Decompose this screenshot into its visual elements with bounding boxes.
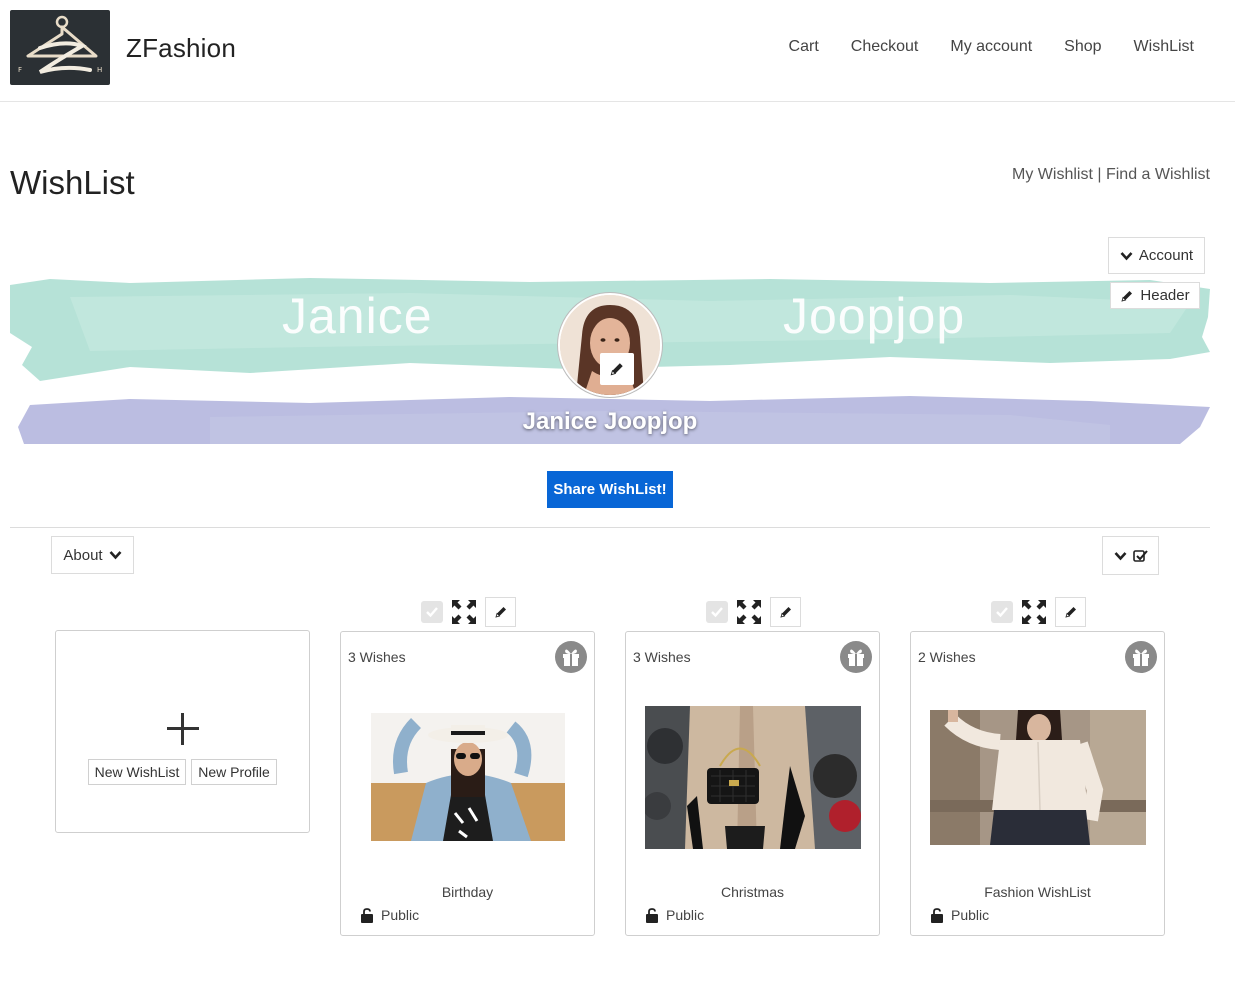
svg-text:F: F	[18, 66, 22, 74]
unlock-icon	[646, 907, 658, 923]
nav-my-account[interactable]: My account	[950, 38, 1032, 56]
new-wishlist-card: New WishList New Profile	[55, 630, 310, 833]
hanger-logo-icon: F H	[18, 15, 102, 74]
chevron-down-icon	[109, 551, 122, 560]
pencil-icon	[494, 607, 506, 618]
gift-icon[interactable]	[555, 641, 587, 673]
account-button-label: Account	[1138, 247, 1194, 264]
woman-hat-photo	[371, 713, 565, 841]
nav-wishlist[interactable]: WishList	[1134, 38, 1194, 56]
wishlist-tools	[991, 597, 1086, 627]
cardigan-photo	[930, 710, 1146, 845]
page-title: WishList	[10, 164, 135, 201]
wishlist-tools	[421, 597, 516, 627]
wishlist-card-birthday[interactable]: 3 Wishes Birthday Public	[340, 631, 595, 936]
privacy-label: Public	[381, 907, 420, 923]
unlock-icon	[361, 907, 373, 923]
wishlist-title: Christmas	[720, 884, 784, 900]
checkbox-checked-icon	[1132, 549, 1148, 562]
handbag-coat-photo	[645, 706, 861, 849]
nav-shop[interactable]: Shop	[1064, 38, 1101, 56]
privacy-status: Public	[361, 907, 419, 923]
expand-icon[interactable]	[451, 599, 477, 625]
edit-avatar-button[interactable]	[600, 353, 634, 385]
select-mode-button[interactable]	[1102, 536, 1159, 575]
new-wishlist-button[interactable]: New WishList	[88, 759, 186, 785]
my-wishlist-link[interactable]: My Wishlist	[1012, 166, 1093, 183]
gift-icon[interactable]	[1125, 641, 1157, 673]
privacy-label: Public	[951, 907, 990, 923]
wishlist-photo	[371, 713, 565, 841]
select-checkbox[interactable]	[421, 601, 443, 623]
banner-last-name: Joopjop	[783, 288, 966, 344]
wishes-count: 3 Wishes	[348, 649, 406, 665]
expand-icon[interactable]	[736, 599, 762, 625]
about-button-label: About	[63, 546, 103, 564]
privacy-label: Public	[666, 907, 705, 923]
wishes-count: 2 Wishes	[918, 649, 976, 665]
site-header: F H ZFashion Cart Checkout My account Sh…	[0, 0, 1235, 102]
nav-checkout[interactable]: Checkout	[851, 38, 919, 56]
wishlist-tools	[706, 597, 801, 627]
account-toggle-button[interactable]: Account	[1108, 237, 1205, 274]
expand-icon[interactable]	[1021, 599, 1047, 625]
section-divider	[10, 527, 1210, 528]
check-icon	[711, 607, 723, 618]
plus-icon[interactable]	[167, 713, 199, 745]
banner-first-name: Janice	[282, 288, 433, 344]
wishlist-title: Fashion WishList	[984, 884, 1091, 900]
link-separator: |	[1097, 166, 1102, 183]
gift-icon[interactable]	[840, 641, 872, 673]
nav-cart[interactable]: Cart	[789, 38, 819, 56]
wishlist-photo	[930, 710, 1146, 845]
pencil-icon	[610, 363, 623, 376]
wishes-count: 3 Wishes	[633, 649, 691, 665]
pencil-icon	[1064, 607, 1076, 618]
svg-text:H: H	[97, 66, 102, 74]
pencil-icon	[779, 607, 791, 618]
new-profile-button[interactable]: New Profile	[191, 759, 277, 785]
find-wishlist-link[interactable]: Find a Wishlist	[1106, 166, 1210, 183]
wishlist-photo	[645, 706, 861, 849]
share-wishlist-button[interactable]: Share WishList!	[547, 471, 673, 508]
chevron-down-icon	[1114, 551, 1126, 560]
edit-wishlist-button[interactable]	[1055, 597, 1086, 627]
brand-name[interactable]: ZFashion	[126, 33, 236, 64]
wishlist-card-fashion[interactable]: 2 Wishes Fashion WishList Public	[910, 631, 1165, 936]
edit-header-button[interactable]: Header	[1110, 282, 1200, 309]
wishlist-links: My Wishlist | Find a Wishlist	[1012, 166, 1210, 184]
edit-wishlist-button[interactable]	[485, 597, 516, 627]
main-nav: Cart Checkout My account Shop WishList	[757, 38, 1194, 56]
privacy-status: Public	[646, 907, 704, 923]
edit-wishlist-button[interactable]	[770, 597, 801, 627]
pencil-icon	[1121, 290, 1133, 302]
wishlist-title: Birthday	[441, 884, 494, 900]
unlock-icon	[931, 907, 943, 923]
check-icon	[996, 607, 1008, 618]
banner-profile-name: Janice Joopjop	[522, 408, 698, 435]
chevron-down-icon	[1120, 251, 1133, 260]
select-checkbox[interactable]	[991, 601, 1013, 623]
wishlist-card-christmas[interactable]: 3 Wishes Christmas Public	[625, 631, 880, 936]
about-toggle-button[interactable]: About	[51, 536, 134, 574]
header-button-label: Header	[1140, 287, 1190, 304]
select-checkbox[interactable]	[706, 601, 728, 623]
check-icon	[426, 607, 438, 618]
privacy-status: Public	[931, 907, 989, 923]
zfashion-logo[interactable]: F H	[10, 10, 110, 85]
